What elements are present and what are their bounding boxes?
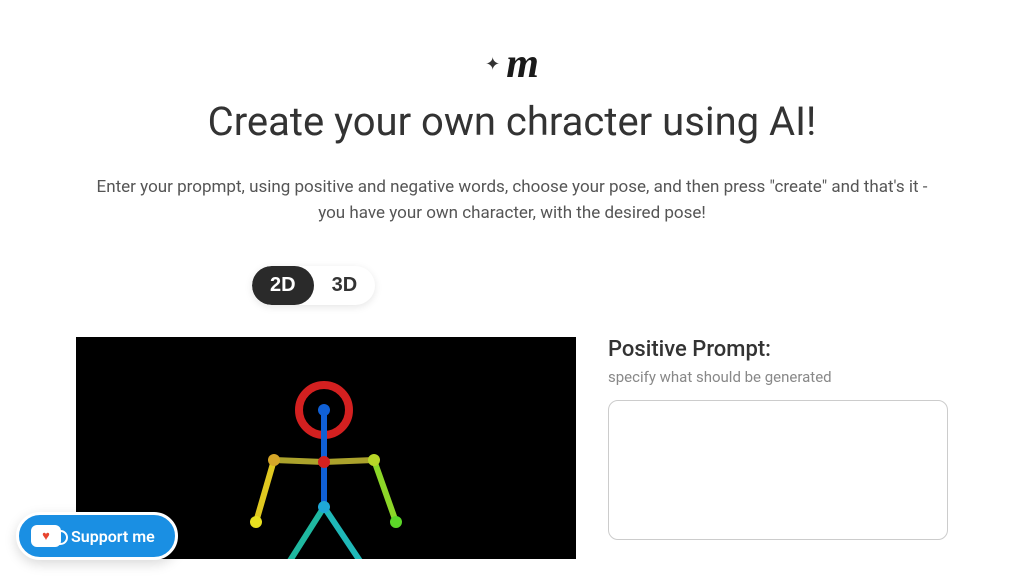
mode-toggle: 2D 3D [252,266,375,305]
head-joint [318,404,330,416]
positive-prompt-textarea[interactable] [608,400,948,540]
left-wrist-joint [250,516,262,528]
right-thigh [324,507,364,559]
right-shoulder-joint [368,454,380,466]
right-upper-arm [324,460,374,462]
shoulder-center-joint [318,456,330,468]
heart-icon: ♥ [42,528,50,544]
logo: ✦ m [485,40,539,88]
hip-joint [318,501,330,513]
support-me-label: Support me [71,527,155,546]
left-forearm [256,460,274,522]
coffee-icon: ♥ [31,525,61,547]
support-me-button[interactable]: ♥ Support me [16,512,178,560]
logo-m-letter: m [506,40,539,88]
positive-prompt-hint: specify what should be generated [608,368,948,386]
left-shoulder-joint [268,454,280,466]
form-column: Positive Prompt: specify what should be … [608,337,948,559]
page-description: Enter your propmpt, using positive and n… [72,175,952,226]
right-wrist-joint [390,516,402,528]
sparkle-icon: ✦ [485,54,500,75]
right-forearm [374,460,396,522]
mode-toggle-row: 2D 3D [72,266,952,305]
left-thigh [286,507,324,559]
content-row: Positive Prompt: specify what should be … [72,337,952,559]
left-upper-arm [274,460,324,462]
toggle-3d-button[interactable]: 3D [314,266,376,305]
toggle-2d-button[interactable]: 2D [252,266,314,305]
page-headline: Create your own chracter using AI! [72,98,952,145]
positive-prompt-label: Positive Prompt: [608,337,948,362]
